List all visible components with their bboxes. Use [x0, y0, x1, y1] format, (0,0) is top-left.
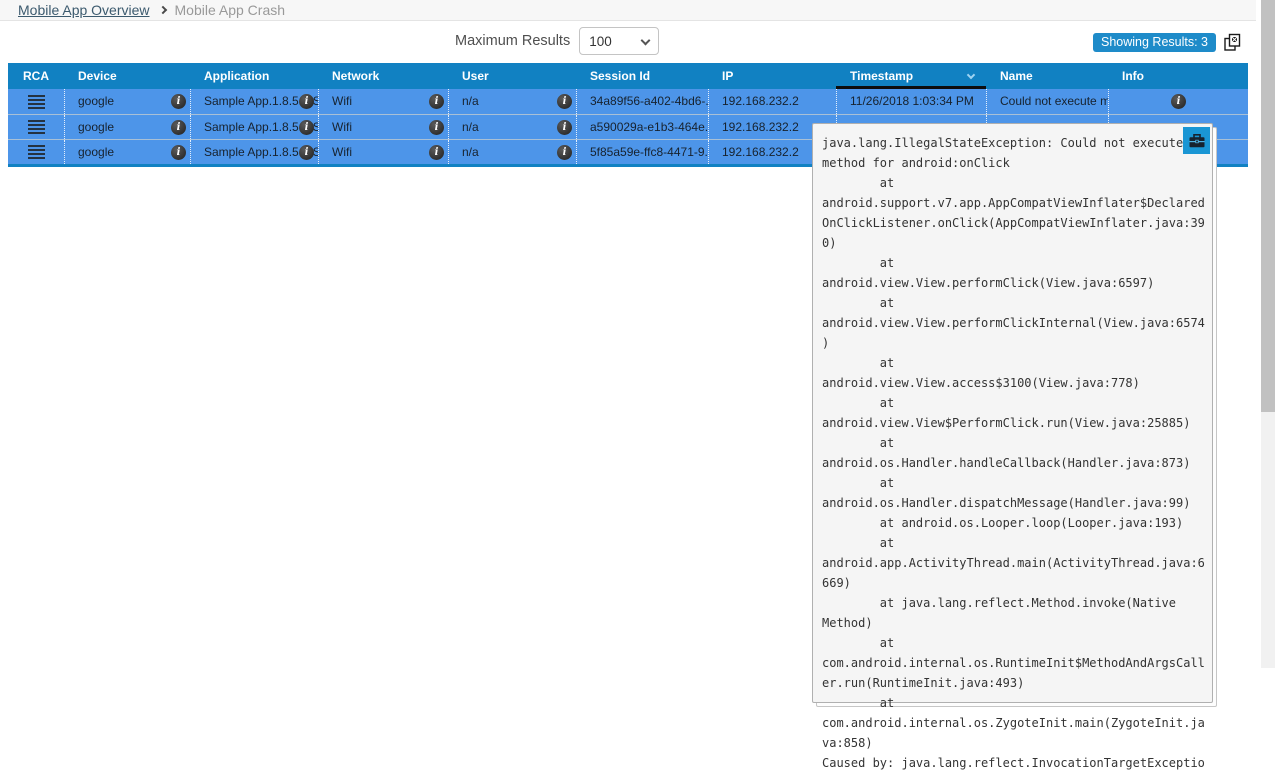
breadcrumb: Mobile App Overview Mobile App Crash: [0, 0, 1256, 21]
column-header-network[interactable]: Network: [318, 63, 448, 89]
rca-list-icon[interactable]: [28, 145, 45, 159]
network-cell: Wifii: [318, 115, 448, 139]
info-icon[interactable]: i: [557, 120, 572, 135]
max-results-select[interactable]: 100: [579, 27, 659, 55]
info-icon[interactable]: i: [557, 145, 572, 160]
chevron-right-icon: [158, 6, 166, 14]
info-icon[interactable]: i: [1171, 94, 1186, 109]
info-icon[interactable]: i: [171, 94, 186, 109]
session-id-cell: a590029a-e1b3-464e...: [576, 115, 708, 139]
device-cell: googlei: [64, 115, 190, 139]
info-icon[interactable]: i: [171, 145, 186, 160]
user-cell: n/ai: [448, 89, 576, 114]
vertical-scrollbar-thumb[interactable]: [1261, 0, 1275, 412]
max-results-control: Maximum Results 100: [455, 27, 659, 55]
column-header-device[interactable]: Device: [64, 63, 190, 89]
max-results-selected-value: 100: [589, 34, 612, 49]
column-header-timestamp[interactable]: Timestamp: [836, 63, 986, 89]
vertical-scrollbar-track[interactable]: [1261, 0, 1275, 668]
info-icon[interactable]: i: [429, 120, 444, 135]
info-icon[interactable]: i: [299, 120, 314, 135]
user-cell: n/ai: [448, 140, 576, 164]
rca-list-icon[interactable]: [28, 120, 45, 134]
session-id-cell: 5f85a59e-ffc8-4471-9...: [576, 140, 708, 164]
rca-list-icon[interactable]: [28, 95, 45, 109]
table-row[interactable]: googlei Sample App.1.8.5.1-Si Wifii n/ai…: [8, 89, 1248, 114]
breadcrumb-link-overview[interactable]: Mobile App Overview: [18, 2, 150, 18]
info-icon[interactable]: i: [171, 120, 186, 135]
stack-trace-popup: java.lang.IllegalStateException: Could n…: [812, 123, 1213, 703]
info-cell: i: [1108, 89, 1248, 114]
user-cell: n/ai: [448, 115, 576, 139]
info-icon[interactable]: i: [299, 94, 314, 109]
results-summary: Showing Results: 3: [1093, 33, 1242, 52]
session-id-cell: 34a89f56-a402-4bd6-...: [576, 89, 708, 114]
name-cell: Could not execute me...: [986, 89, 1108, 114]
sort-descending-icon: [967, 71, 975, 79]
timestamp-cell: 11/26/2018 1:03:34 PM: [836, 89, 986, 114]
network-cell: Wifii: [318, 140, 448, 164]
chevron-down-icon: [641, 36, 651, 46]
info-icon[interactable]: i: [429, 145, 444, 160]
application-cell: Sample App.1.8.5.1-Si: [190, 89, 318, 114]
column-header-session-id[interactable]: Session Id: [576, 63, 708, 89]
info-icon[interactable]: i: [557, 94, 572, 109]
column-header-name[interactable]: Name: [986, 63, 1108, 89]
application-cell: Sample App.1.8.5.1-Si: [190, 115, 318, 139]
copy-pages-icon[interactable]: [1223, 33, 1242, 52]
column-header-rca[interactable]: RCA: [8, 63, 64, 89]
table-header-row: RCA Device Application Network User Sess…: [8, 63, 1248, 89]
device-cell: googlei: [64, 89, 190, 114]
column-header-info[interactable]: Info: [1108, 63, 1248, 89]
column-header-ip[interactable]: IP: [708, 63, 836, 89]
network-cell: Wifii: [318, 89, 448, 114]
ip-cell: 192.168.232.2: [708, 89, 836, 114]
info-icon[interactable]: i: [299, 145, 314, 160]
device-cell: googlei: [64, 140, 190, 164]
column-header-timestamp-label: Timestamp: [850, 69, 913, 83]
application-cell: Sample App.1.8.5.1-Si: [190, 140, 318, 164]
stack-trace-text: java.lang.IllegalStateException: Could n…: [813, 124, 1210, 782]
showing-results-badge: Showing Results: 3: [1093, 33, 1216, 52]
max-results-label: Maximum Results: [455, 33, 570, 49]
column-header-application[interactable]: Application: [190, 63, 318, 89]
briefcase-icon: [1189, 134, 1205, 148]
column-header-user[interactable]: User: [448, 63, 576, 89]
info-icon[interactable]: i: [429, 94, 444, 109]
breadcrumb-current-page: Mobile App Crash: [175, 2, 286, 18]
copy-stack-trace-button[interactable]: [1183, 127, 1210, 154]
